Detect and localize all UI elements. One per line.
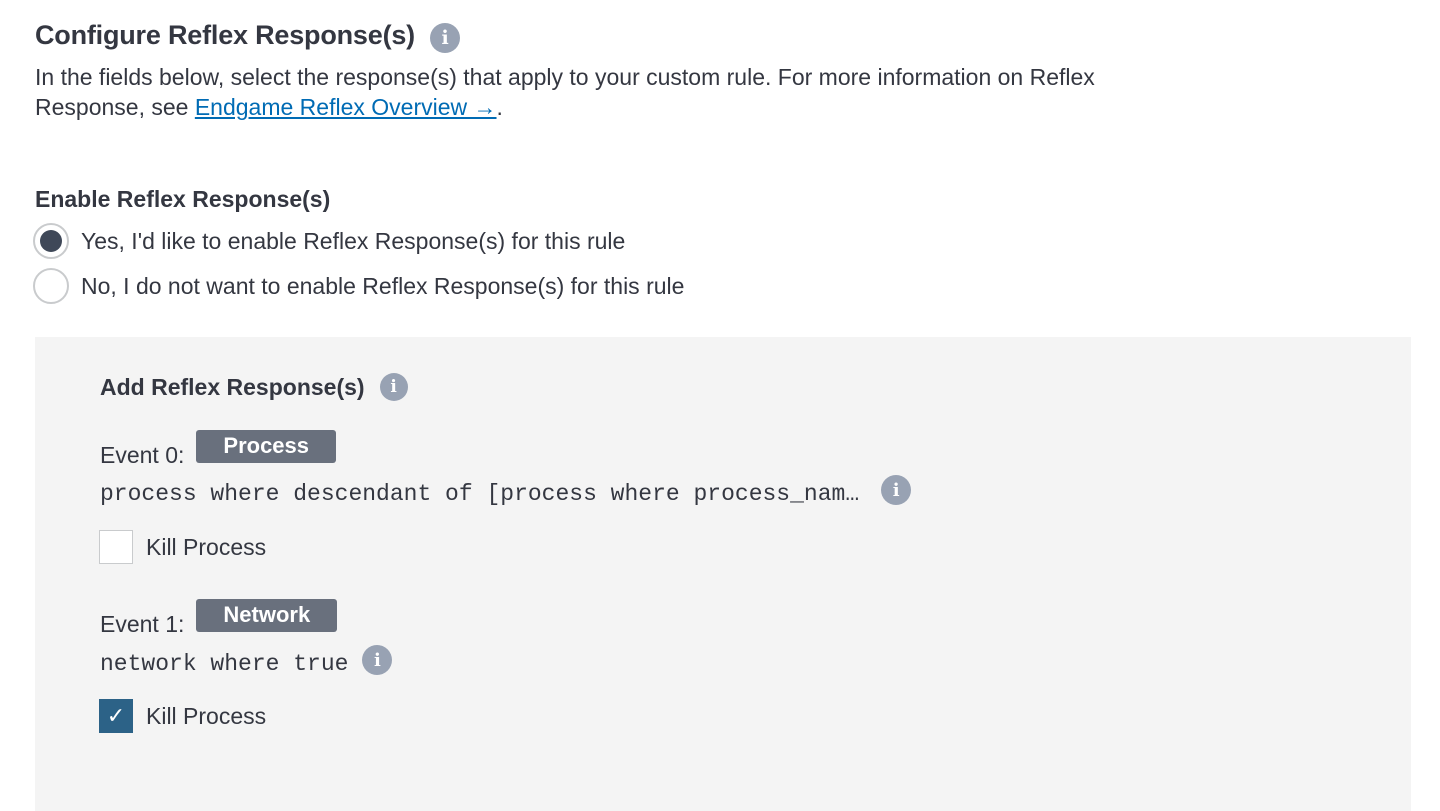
description-suffix: .	[496, 94, 503, 120]
info-icon[interactable]: i	[362, 645, 393, 675]
kill-process-checkbox[interactable]	[99, 530, 133, 564]
panel-title: Add Reflex Response(s)	[100, 373, 365, 400]
radio-label-yes: Yes, I'd like to enable Reflex Response(…	[81, 227, 626, 254]
event-label: Event 1:	[100, 611, 185, 637]
event-type-badge: Network	[196, 599, 338, 632]
radio-button-no[interactable]	[33, 268, 69, 304]
page-title: Configure Reflex Response(s)	[35, 19, 415, 50]
radio-option-yes[interactable]: Yes, I'd like to enable Reflex Response(…	[33, 223, 625, 259]
event-label: Event 0:	[100, 442, 185, 468]
event-1-query: network where true i	[100, 645, 393, 677]
query-text: process where descendant of [process whe…	[100, 481, 860, 507]
configure-heading: Configure Reflex Response(s) i	[35, 17, 460, 53]
kill-process-checkbox[interactable]: ✓	[99, 699, 133, 733]
info-icon[interactable]: i	[379, 373, 408, 401]
radio-label-no: No, I do not want to enable Reflex Respo…	[81, 272, 685, 299]
event-0-kill-process[interactable]: Kill Process	[99, 530, 266, 564]
panel-heading: Add Reflex Response(s) i	[100, 373, 408, 401]
event-0-header: Event 0: Process	[100, 430, 337, 469]
checkbox-label: Kill Process	[146, 702, 267, 729]
event-type-badge: Process	[196, 430, 337, 463]
event-1-header: Event 1: Network	[100, 599, 338, 638]
radio-button-yes[interactable]	[33, 223, 69, 259]
enable-heading: Enable Reflex Response(s)	[35, 186, 331, 212]
event-0-query: process where descendant of [process whe…	[100, 475, 912, 507]
endgame-reflex-overview-link[interactable]: Endgame Reflex Overview →	[195, 94, 497, 120]
radio-option-no[interactable]: No, I do not want to enable Reflex Respo…	[33, 268, 684, 304]
radio-selected-dot	[40, 230, 62, 252]
query-text: network where true	[100, 651, 349, 677]
configure-description: In the fields below, select the response…	[35, 62, 1195, 122]
info-icon[interactable]: i	[429, 23, 460, 53]
reflex-response-panel: Add Reflex Response(s) i Event 0: Proces…	[35, 337, 1411, 811]
checkbox-label: Kill Process	[146, 533, 267, 560]
event-1-kill-process[interactable]: ✓ Kill Process	[99, 699, 266, 733]
info-icon[interactable]: i	[881, 475, 912, 505]
checkmark-icon: ✓	[106, 703, 126, 729]
